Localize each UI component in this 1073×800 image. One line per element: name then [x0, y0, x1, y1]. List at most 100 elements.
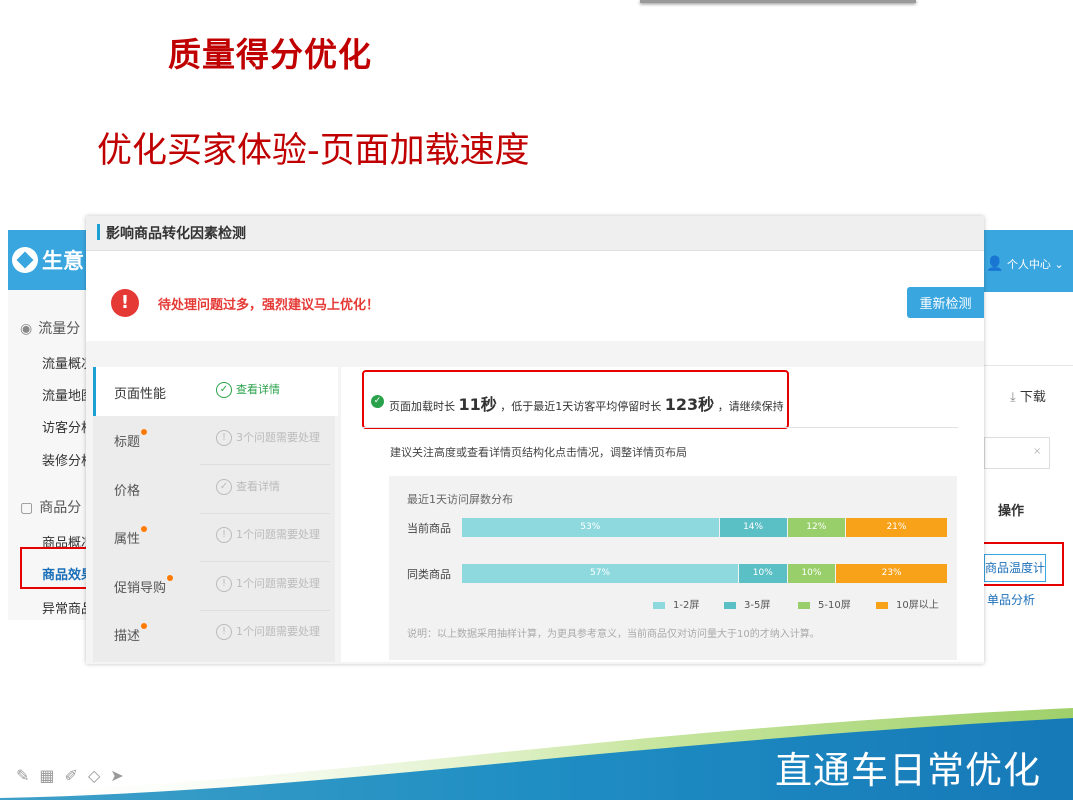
sidebar-label: 流量地图 [42, 389, 92, 404]
result-middle: ，低于最近1天访客平均停留时长 [500, 400, 662, 413]
slides-icon[interactable]: ▦ [39, 766, 64, 785]
sidebar-label: 流量概况 [42, 357, 92, 372]
clear-icon[interactable]: × [1033, 446, 1041, 457]
sidebar-item[interactable]: 异常商品 [42, 598, 92, 617]
check-icon: ✓ [371, 395, 384, 408]
issue-dot [141, 526, 147, 532]
top-shadow-line [640, 0, 916, 3]
footer-title: 直通车日常优化 [775, 749, 1041, 792]
sidebar-label: 商品分 [39, 500, 82, 516]
factor-name[interactable]: 促销导购 [114, 577, 166, 596]
box-icon: ▢ [20, 500, 34, 516]
pointer-icon[interactable]: ➤ [110, 766, 133, 785]
highlighter-icon[interactable]: ✐ [65, 766, 88, 785]
sidebar-item[interactable]: 装修分析 [42, 450, 92, 469]
divider [200, 610, 330, 611]
factor-status[interactable]: ! 1个问题需要处理 [216, 623, 320, 640]
factor-status[interactable]: ✓ 查看详情 [216, 381, 280, 398]
retest-button[interactable]: 重新检测 [907, 287, 984, 318]
app-brand: 生意 [42, 249, 84, 273]
user-center-menu[interactable]: 👤 个人中心 ⌄ [986, 256, 1064, 272]
chart-bar-segment: 12% [787, 518, 845, 537]
legend-swatch [653, 601, 665, 609]
chart-bar-segment: 14% [719, 518, 787, 537]
factor-name[interactable]: 价格 [114, 480, 140, 499]
factor-status[interactable]: ✓ 查看详情 [216, 478, 280, 495]
issue-dot [141, 429, 147, 435]
sidebar-item[interactable]: 访客分析 [42, 417, 92, 436]
chart-category-label: 当前商品 [407, 522, 451, 535]
factor-name[interactable]: 描述 [114, 625, 140, 644]
user-icon: 👤 [986, 256, 1004, 272]
download-icon: ⤓ [1010, 390, 1016, 405]
eraser-icon[interactable]: ◇ [88, 766, 110, 785]
chart-note: 说明：以上数据采用抽样计算，为更具参考意义，当前商品仅对访问量大于10的才纳入计… [407, 629, 820, 640]
chevron-down-icon: ⌄ [1054, 258, 1064, 271]
divider [362, 427, 958, 428]
legend-label: 1-2屏 [673, 600, 700, 611]
slide-subtitle: 优化买家体验-页面加载速度 [97, 131, 530, 171]
legend-label: 5-10屏 [818, 600, 851, 611]
chart-bar-segment: 53% [462, 518, 719, 537]
factor-status-label: 1个问题需要处理 [236, 577, 320, 590]
legend-item: 5-10屏 [798, 596, 851, 611]
chart-bar-segment: 23% [836, 564, 947, 583]
warning-icon: ! [216, 527, 232, 543]
alert-message: 待处理问题过多，强烈建议马上优化！ [158, 298, 380, 313]
sidebar-item[interactable]: 流量地图 [42, 385, 92, 404]
load-time-result: 页面加载时长 11秒 ，低于最近1天访客平均停留时长 123秒 ，请继续保持 [389, 391, 784, 415]
highlight-box-thermometer [970, 542, 1064, 586]
download-button[interactable]: ⤓ 下载 [1010, 386, 1046, 405]
sidebar-label: 访客分析 [42, 421, 92, 436]
slide-title: 质量得分优化 [168, 35, 372, 74]
download-label: 下载 [1019, 390, 1046, 405]
factor-name[interactable]: 属性 [114, 528, 140, 547]
legend-item: 3-5屏 [724, 596, 770, 611]
check-icon: ✓ [216, 382, 232, 398]
advice-text: 建议关注高度或查看详情页结构化点击情况，调整详情页布局 [390, 446, 687, 459]
pen-icon[interactable]: ✎ [16, 766, 39, 785]
issue-dot [167, 575, 173, 581]
legend-item: 10屏以上 [876, 596, 939, 611]
legend-label: 3-5屏 [744, 600, 771, 611]
sidebar-item[interactable]: 流量概况 [42, 353, 92, 372]
chart-bar-segment: 57% [462, 564, 739, 583]
chart-title: 最近1天访问屏数分布 [407, 493, 513, 506]
divider [200, 464, 330, 465]
divider [200, 561, 330, 562]
result-suffix: ，请继续保持 [717, 400, 784, 413]
factor-status-label: 查看详情 [236, 383, 280, 396]
divider [200, 513, 330, 514]
user-center-label: 个人中心 [1006, 258, 1051, 271]
warning-icon: ! [216, 624, 232, 640]
chart-category-label: 同类商品 [407, 568, 451, 581]
chart-bar-segment: 10% [739, 564, 787, 583]
highlight-box-product-effect [20, 547, 96, 589]
presentation-tools[interactable]: ✎▦✐◇➤ [16, 766, 134, 785]
factor-status[interactable]: ! 1个问题需要处理 [216, 526, 320, 543]
factor-name[interactable]: 页面性能 [114, 383, 166, 402]
legend-swatch [724, 601, 736, 609]
sidebar-section[interactable]: ▢ 商品分 [20, 497, 92, 517]
column-header-operation: 操作 [998, 504, 1025, 519]
legend-swatch [798, 601, 810, 609]
legend-swatch [876, 601, 888, 609]
warning-icon: ! [216, 576, 232, 592]
chart-bar-segment: 21% [845, 518, 947, 537]
factor-status-label: 1个问题需要处理 [236, 528, 320, 541]
title-accent-bar [97, 224, 100, 240]
panel-title: 影响商品转化因素检测 [106, 226, 246, 242]
divider [984, 365, 1073, 366]
alert-icon: ! [111, 289, 139, 317]
factor-status[interactable]: ! 1个问题需要处理 [216, 575, 320, 592]
sidebar-label: 装修分析 [42, 454, 92, 469]
stay-time-value: 123秒 [664, 395, 715, 414]
factor-status[interactable]: ! 3个问题需要处理 [216, 429, 320, 446]
factor-status-label: 3个问题需要处理 [236, 431, 320, 444]
factor-status-label: 查看详情 [236, 480, 280, 493]
sidebar-label: 异常商品 [42, 602, 92, 617]
factor-name[interactable]: 标题 [114, 431, 140, 450]
legend-label: 10屏以上 [896, 600, 939, 611]
sidebar-section[interactable]: ◉ 流量分 [20, 318, 92, 338]
single-product-analysis-link[interactable]: 单品分析 [987, 591, 1035, 608]
